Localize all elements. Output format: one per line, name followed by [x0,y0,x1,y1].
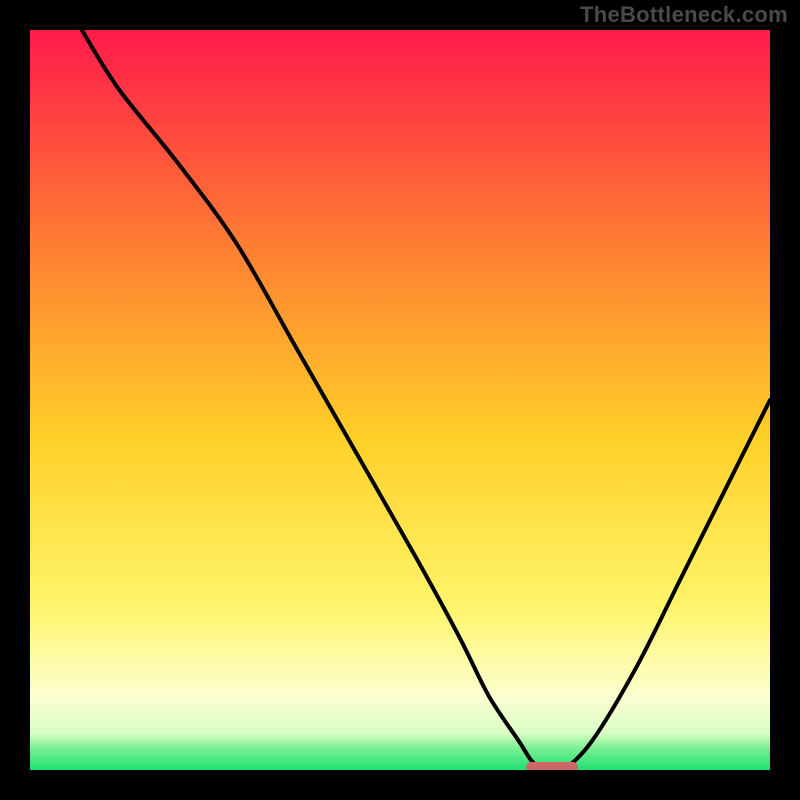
bottleneck-curve [30,30,770,770]
watermark-text: TheBottleneck.com [580,2,788,28]
plot-area [30,30,770,770]
chart-frame: TheBottleneck.com [0,0,800,800]
optimum-marker [526,762,578,770]
